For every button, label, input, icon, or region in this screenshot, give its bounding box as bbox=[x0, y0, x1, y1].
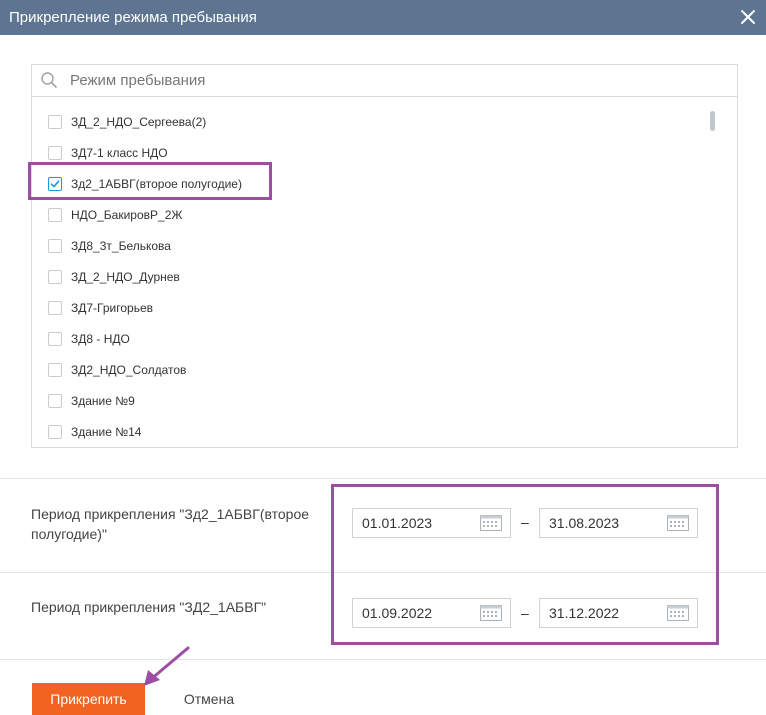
cancel-button[interactable]: Отмена bbox=[170, 683, 248, 715]
list-item[interactable]: Здание №14 bbox=[32, 417, 722, 447]
list-item[interactable]: ЗД2_НДО_Солдатов bbox=[32, 355, 722, 386]
list-item-checkbox[interactable] bbox=[48, 363, 62, 377]
list-item[interactable]: ЗД7-Григорьев bbox=[32, 293, 722, 324]
list-item[interactable]: ЗД8_3т_Белькова bbox=[32, 231, 722, 262]
list-item[interactable]: ЗД_2_НДО_Сергеева(2) bbox=[32, 107, 722, 138]
period-1-separator: – bbox=[521, 514, 529, 530]
list-item-checkbox[interactable] bbox=[48, 177, 62, 191]
list-item-label: Здание №14 bbox=[71, 425, 142, 439]
list-item-label: Здание №9 bbox=[71, 394, 135, 408]
footer-divider bbox=[0, 659, 766, 660]
list-item-checkbox[interactable] bbox=[48, 332, 62, 346]
period-1-end-date-field[interactable]: 31.08.2023 bbox=[539, 508, 698, 538]
list-item-checkbox[interactable] bbox=[48, 115, 62, 129]
period-1-start-date-field[interactable]: 01.01.2023 bbox=[352, 508, 511, 538]
stay-mode-list: ЗД_2_НДО_Сергеева(2) ЗД7-1 класс НДО Зд2_1… bbox=[32, 107, 722, 447]
list-item-checkbox[interactable] bbox=[48, 301, 62, 315]
period-row-2: Период прикрепления "ЗД2_1АБВГ" 01.09.20… bbox=[0, 572, 766, 660]
period-label-2: Период прикрепления "ЗД2_1АБВГ" bbox=[31, 599, 267, 615]
list-item-label: ЗД_2_НДО_Дурнев bbox=[71, 270, 180, 284]
list-item-label: НДО_БакировР_2Ж bbox=[71, 208, 183, 222]
list-item[interactable]: ЗД8 - НДО bbox=[32, 324, 722, 355]
close-button[interactable] bbox=[738, 7, 758, 27]
list-item-checkbox[interactable] bbox=[48, 208, 62, 222]
list-item[interactable]: НДО_БакировР_2Ж bbox=[32, 200, 722, 231]
list-item[interactable]: Зд2_1АБВГ(второе полугодие) bbox=[32, 169, 722, 200]
period-label-1: Период прикрепления "Зд2_1АБВГ(второе по… bbox=[31, 506, 310, 542]
list-item-checkbox[interactable] bbox=[48, 394, 62, 408]
list-scrollbar-thumb[interactable] bbox=[710, 111, 715, 131]
list-item-label: ЗД_2_НДО_Сергеева(2) bbox=[71, 115, 207, 129]
period-2-start-date-field[interactable]: 01.09.2022 bbox=[352, 598, 511, 628]
list-item-checkbox[interactable] bbox=[48, 425, 62, 439]
list-item[interactable]: ЗД7-1 класс НДО bbox=[32, 138, 722, 169]
list-item-label: ЗД7-Григорьев bbox=[71, 301, 154, 315]
list-item[interactable]: ЗД_2_НДО_Дурнев bbox=[32, 262, 722, 293]
attach-button[interactable]: Прикрепить bbox=[32, 683, 145, 715]
checkmark-icon bbox=[50, 180, 60, 188]
dialog-title: Прикрепление режима пребывания bbox=[9, 9, 257, 26]
period-row-1: Период прикрепления "Зд2_1АБВГ(второе по… bbox=[0, 478, 766, 573]
list-item-label: ЗД8_3т_Белькова bbox=[71, 239, 171, 253]
period-2-separator: – bbox=[521, 605, 529, 621]
calendar-icon[interactable] bbox=[667, 605, 689, 621]
list-item-label: ЗД7-1 класс НДО bbox=[71, 146, 168, 160]
period-2-end-date-field[interactable]: 31.12.2022 bbox=[539, 598, 698, 628]
search-row bbox=[32, 65, 737, 97]
calendar-icon[interactable] bbox=[480, 515, 502, 531]
list-item-checkbox[interactable] bbox=[48, 239, 62, 253]
period-1-end-date: 31.08.2023 bbox=[549, 515, 620, 531]
list-item-checkbox[interactable] bbox=[48, 270, 62, 284]
list-item-label: ЗД8 - НДО bbox=[71, 332, 130, 346]
period-1-start-date: 01.01.2023 bbox=[362, 515, 433, 531]
list-item-label: Зд2_1АБВГ(второе полугодие) bbox=[71, 177, 242, 191]
list-item-label: ЗД2_НДО_Солдатов bbox=[71, 363, 187, 377]
dialog-titlebar: Прикрепление режима пребывания bbox=[0, 0, 766, 35]
search-input[interactable] bbox=[70, 69, 720, 91]
period-2-start-date: 01.09.2022 bbox=[362, 605, 433, 621]
calendar-icon[interactable] bbox=[667, 515, 689, 531]
search-icon bbox=[41, 72, 57, 88]
close-icon bbox=[741, 10, 755, 24]
list-item[interactable]: Здание №9 bbox=[32, 386, 722, 417]
list-item-checkbox[interactable] bbox=[48, 146, 62, 160]
calendar-icon[interactable] bbox=[480, 605, 502, 621]
period-2-end-date: 31.12.2022 bbox=[549, 605, 620, 621]
stay-mode-list-box: ЗД_2_НДО_Сергеева(2) ЗД7-1 класс НДО Зд2_1… bbox=[31, 64, 738, 448]
